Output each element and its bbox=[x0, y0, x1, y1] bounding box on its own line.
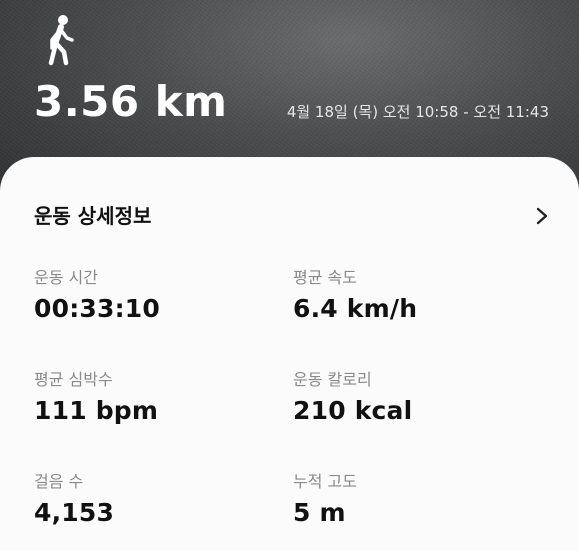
workout-details-card: 운동 상세정보 운동 시간 00:33:10 평균 속도 6.4 km/h 평균… bbox=[0, 157, 579, 551]
metric-value: 4,153 bbox=[34, 498, 115, 527]
metric-value: 5 m bbox=[293, 498, 346, 527]
metric-value: 210 kcal bbox=[293, 396, 413, 425]
metric-elevation-gain: 누적 고도 5 m bbox=[293, 471, 533, 529]
metric-label: 운동 칼로리 bbox=[293, 370, 372, 389]
walking-person-icon bbox=[48, 15, 74, 66]
metric-calories: 운동 칼로리 210 kcal bbox=[293, 369, 533, 427]
details-header[interactable]: 운동 상세정보 bbox=[34, 202, 551, 230]
chevron-right-icon[interactable] bbox=[533, 206, 551, 226]
metric-average-speed: 평균 속도 6.4 km/h bbox=[293, 267, 533, 325]
metric-value: 111 bpm bbox=[34, 396, 159, 425]
distance-value: 3.56 km bbox=[34, 77, 228, 126]
metric-label: 누적 고도 bbox=[293, 472, 357, 491]
metric-value: 6.4 km/h bbox=[293, 294, 418, 323]
metric-average-heart-rate: 평균 심박수 111 bpm bbox=[34, 369, 274, 427]
metric-value: 00:33:10 bbox=[34, 294, 160, 323]
details-title: 운동 상세정보 bbox=[34, 204, 152, 228]
metric-label: 걸음 수 bbox=[34, 472, 84, 491]
metric-label: 운동 시간 bbox=[34, 268, 98, 287]
metric-steps: 걸음 수 4,153 bbox=[34, 471, 274, 529]
metric-label: 평균 속도 bbox=[293, 268, 357, 287]
metric-workout-time: 운동 시간 00:33:10 bbox=[34, 267, 274, 325]
metric-label: 평균 심박수 bbox=[34, 370, 113, 389]
workout-time-range: 4월 18일 (목) 오전 10:58 - 오전 11:43 bbox=[286, 103, 549, 121]
